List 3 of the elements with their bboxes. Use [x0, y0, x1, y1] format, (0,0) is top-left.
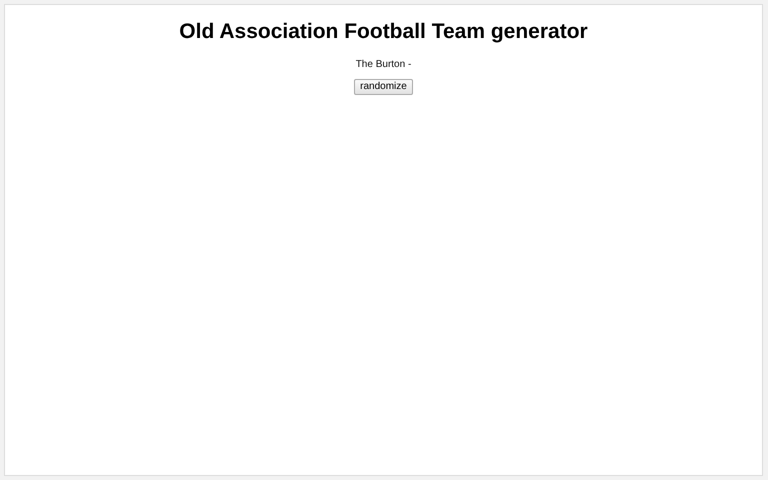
randomize-button[interactable]: randomize: [354, 79, 413, 95]
team-name-text: The Burton -: [356, 58, 412, 72]
page-title: Old Association Football Team generator: [179, 19, 588, 45]
